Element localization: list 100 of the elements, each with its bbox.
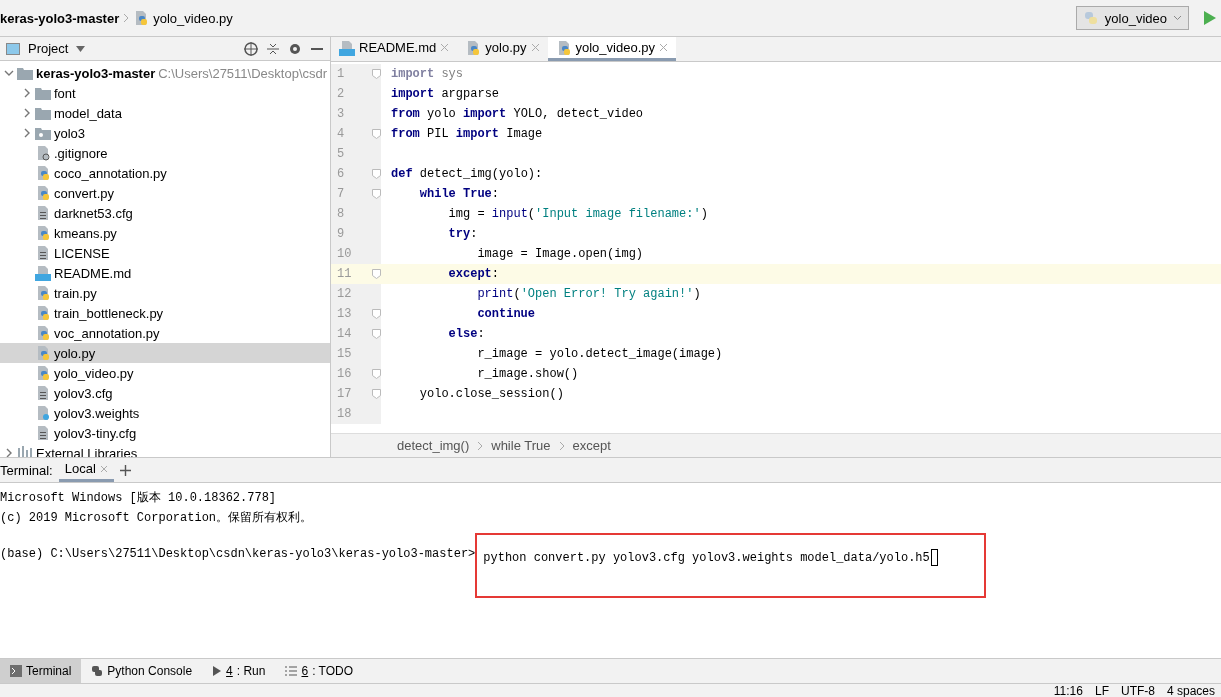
code-line: def detect_img(yolo): xyxy=(390,167,543,181)
editor-tab[interactable]: yolo.py xyxy=(457,37,548,61)
text-file-icon xyxy=(35,245,51,261)
fold-marker-icon[interactable] xyxy=(372,69,381,79)
code-line: except: xyxy=(447,267,500,281)
line-number: 9 xyxy=(337,227,345,241)
tree-item[interactable]: model_data xyxy=(0,103,330,123)
line-number: 7 xyxy=(337,187,345,201)
fold-marker-icon[interactable] xyxy=(372,129,381,139)
tree-item[interactable]: yolo.py xyxy=(0,343,330,363)
tree-item[interactable]: keras-yolo3-master C:\Users\27511\Desktop\csdr xyxy=(0,63,330,83)
tool-window-button[interactable]: 6 : TODO xyxy=(275,659,364,683)
nav-crumb[interactable]: keras-yolo3-master xyxy=(0,10,120,26)
tree-item[interactable]: External Libraries xyxy=(0,443,330,457)
code-breadcrumb[interactable]: except xyxy=(572,438,611,453)
code-line: try: xyxy=(447,227,478,241)
markdown-file-icon xyxy=(35,265,51,281)
python-file-icon xyxy=(35,185,51,201)
terminal-icon xyxy=(10,665,22,677)
locate-icon[interactable] xyxy=(244,41,258,56)
tree-item[interactable]: coco_annotation.py xyxy=(0,163,330,183)
status-item[interactable]: 4 spaces xyxy=(1166,683,1215,697)
tool-window-button[interactable]: Python Console xyxy=(81,659,203,683)
add-icon[interactable] xyxy=(119,464,131,476)
collapse-icon[interactable] xyxy=(266,41,280,56)
fold-marker-icon[interactable] xyxy=(372,189,381,199)
status-item[interactable]: UTF-8 xyxy=(1120,683,1155,697)
markdown-file-icon xyxy=(339,39,355,56)
tree-item[interactable]: yolo_video.py xyxy=(0,363,330,383)
code-breadcrumb[interactable]: while True xyxy=(491,438,551,453)
run-icon[interactable] xyxy=(1203,10,1217,26)
code-breadcrumb[interactable]: detect_img() xyxy=(397,438,470,453)
status-item[interactable]: LF xyxy=(1094,683,1109,697)
line-number: 6 xyxy=(337,167,345,181)
fold-marker-icon[interactable] xyxy=(372,269,381,279)
panel-title[interactable]: Project xyxy=(28,41,69,56)
line-number: 11 xyxy=(337,267,352,281)
tree-item[interactable]: train_bottleneck.py xyxy=(0,303,330,323)
code-line: r_image = yolo.detect_image(image) xyxy=(476,347,723,361)
tree-item[interactable]: yolov3-tiny.cfg xyxy=(0,423,330,443)
status-item[interactable]: 11:16 xyxy=(1053,683,1083,697)
editor-tab[interactable]: README.md xyxy=(331,37,458,61)
nav-crumb[interactable]: yolo_video.py xyxy=(153,10,233,26)
line-number: 12 xyxy=(337,287,352,301)
tree-item[interactable]: darknet53.cfg xyxy=(0,203,330,223)
tree-item[interactable]: yolov3.cfg xyxy=(0,383,330,403)
list-icon xyxy=(285,666,298,676)
code-line: import sys xyxy=(390,67,464,81)
tree-item[interactable]: font xyxy=(0,83,330,103)
code-line: from yolo import YOLO, detect_video xyxy=(390,107,644,121)
close-icon[interactable] xyxy=(530,43,540,52)
close-icon[interactable] xyxy=(440,43,450,52)
run-config-dropdown[interactable]: yolo_video xyxy=(1075,6,1189,30)
code-line: r_image.show() xyxy=(476,367,579,381)
panel-icon xyxy=(6,42,20,55)
tree-item[interactable]: kmeans.py xyxy=(0,223,330,243)
code-line: import argparse xyxy=(390,87,500,101)
code-line: img = input('Input image filename:') xyxy=(447,207,708,221)
python-file-icon xyxy=(35,225,51,241)
tree-item[interactable]: convert.py xyxy=(0,183,330,203)
line-number: 15 xyxy=(337,347,352,361)
fold-marker-icon[interactable] xyxy=(372,309,381,319)
python-file-icon xyxy=(35,165,51,181)
line-number: 8 xyxy=(337,207,345,221)
tree-item[interactable]: .gitignore xyxy=(0,143,330,163)
line-number: 3 xyxy=(337,107,345,121)
tree-item[interactable]: yolov3.weights xyxy=(0,403,330,423)
ignored-file-icon xyxy=(35,145,51,161)
close-icon[interactable] xyxy=(659,43,668,52)
line-number: 14 xyxy=(337,327,352,341)
library-icon xyxy=(17,446,33,457)
fold-marker-icon[interactable] xyxy=(372,369,381,379)
tree-item[interactable]: train.py xyxy=(0,283,330,303)
tool-window-button[interactable]: 4 : Run xyxy=(202,659,276,683)
tool-window-button[interactable]: Terminal xyxy=(0,659,82,683)
code-line: continue xyxy=(476,307,536,321)
tree-item[interactable]: yolo3 xyxy=(0,123,330,143)
line-number: 4 xyxy=(337,127,345,141)
line-number: 17 xyxy=(337,387,352,401)
tree-item[interactable]: README.md xyxy=(0,263,330,283)
dropdown-arrow-icon[interactable] xyxy=(76,45,86,52)
code-line: image = Image.open(img) xyxy=(476,247,644,261)
line-number: 2 xyxy=(337,87,345,101)
tree-item[interactable]: voc_annotation.py xyxy=(0,323,330,343)
fold-marker-icon[interactable] xyxy=(372,389,381,399)
fold-marker-icon[interactable] xyxy=(372,169,381,179)
editor-tab[interactable]: yolo_video.py xyxy=(547,37,676,61)
terminal-prompt: (base) C:\Users\27511\Desktop\csdn\keras-yolo3\keras-yolo3-master> xyxy=(0,547,476,561)
python-file-icon xyxy=(35,345,51,361)
fold-marker-icon[interactable] xyxy=(372,329,381,339)
terminal-line: (c) 2019 Microsoft Corporation。保留所有权利。 xyxy=(0,509,314,527)
unknown-file-icon xyxy=(35,405,51,421)
code-line: from PIL import Image xyxy=(390,127,543,141)
python-file-icon xyxy=(133,10,150,26)
tree-item[interactable]: LICENSE xyxy=(0,243,330,263)
line-number: 1 xyxy=(337,67,345,81)
highlighted-command: python convert.py yolov3.cfg yolov3.weights model_data/yolo.h5 xyxy=(475,533,986,598)
close-icon[interactable] xyxy=(99,464,108,473)
folder-icon xyxy=(35,86,51,100)
settings-icon[interactable] xyxy=(288,41,302,56)
